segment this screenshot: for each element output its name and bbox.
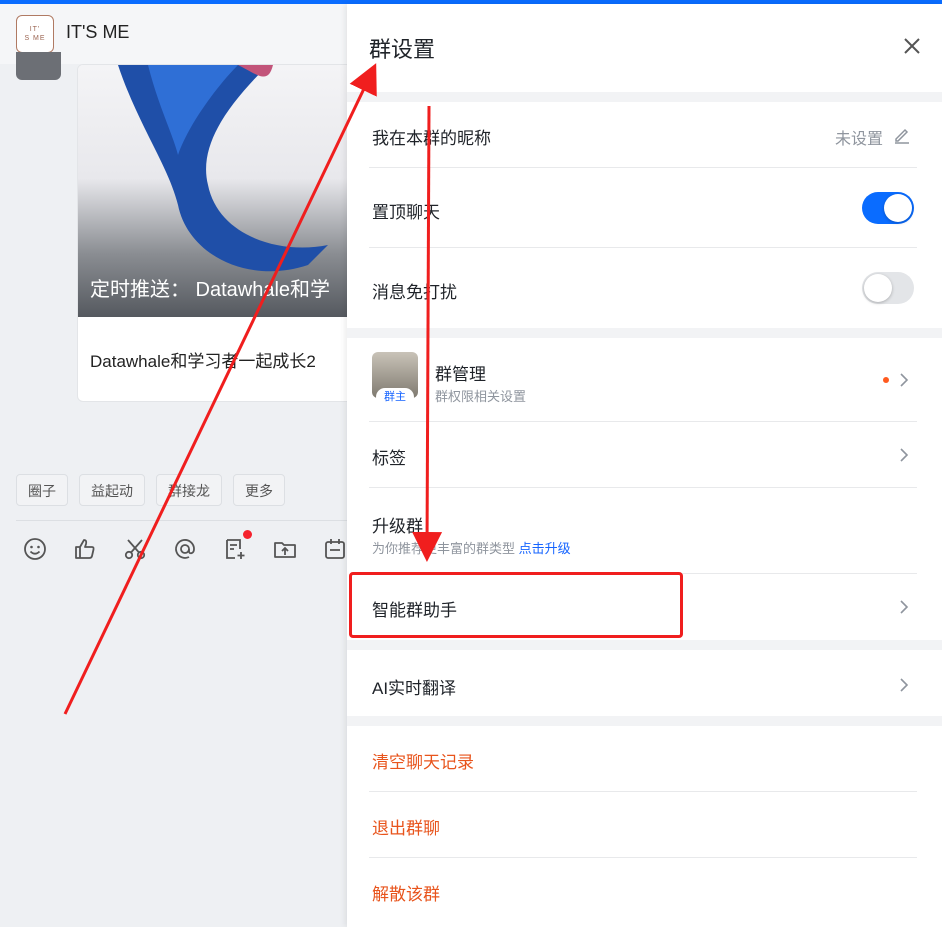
- edit-icon[interactable]: [893, 126, 911, 144]
- notification-dot: [243, 530, 252, 539]
- chat-area: IT' S ME IT'S ME 定时推送： Datawhale和学 Dataw…: [0, 4, 369, 927]
- mute-label: 消息免打扰: [372, 283, 457, 302]
- upgrade-link[interactable]: 点击升级: [519, 541, 571, 556]
- mute-row: 消息免打扰: [369, 248, 917, 328]
- pin-chat-label: 置顶聊天: [372, 203, 440, 222]
- ai-translate-label: AI实时翻译: [372, 679, 457, 698]
- section-gap: [347, 640, 942, 650]
- add-note-icon[interactable]: [222, 530, 252, 562]
- chat-title: IT'S ME: [66, 22, 130, 42]
- toggle-knob: [884, 194, 912, 222]
- chip-circle[interactable]: 圈子: [16, 474, 68, 506]
- thumbs-up-icon[interactable]: [72, 536, 98, 562]
- exit-group-label: 退出群聊: [372, 819, 440, 838]
- nickname-label: 我在本群的昵称: [372, 129, 491, 148]
- scissors-icon[interactable]: [122, 536, 148, 562]
- dissolve-group-label: 解散该群: [372, 885, 440, 904]
- close-icon[interactable]: [901, 35, 923, 57]
- card-caption: Datawhale和学习者一起成长2: [90, 352, 316, 371]
- sender-avatar[interactable]: [16, 52, 61, 80]
- nickname-row[interactable]: 我在本群的昵称 未设置: [369, 102, 917, 168]
- clear-history-label: 清空聊天记录: [372, 753, 474, 772]
- card-overlay-text: 定时推送： Datawhale和学: [90, 279, 331, 301]
- highlight-box: [349, 572, 683, 638]
- chevron-right-icon: [900, 373, 909, 387]
- input-toolbar: [22, 530, 348, 562]
- pin-chat-row: 置顶聊天: [369, 168, 917, 248]
- group-manage-sub: 群权限相关设置: [435, 389, 527, 404]
- upload-icon[interactable]: [272, 536, 298, 562]
- clear-history-row[interactable]: 清空聊天记录: [369, 726, 917, 792]
- owner-badge: 群主: [376, 388, 414, 406]
- chevron-right-icon: [900, 600, 909, 614]
- group-manage-label: 群管理: [435, 365, 486, 384]
- at-icon[interactable]: [172, 536, 198, 562]
- exit-group-row[interactable]: 退出群聊: [369, 792, 917, 858]
- mute-toggle[interactable]: [862, 272, 914, 304]
- nickname-value: 未设置: [834, 131, 883, 148]
- tags-label: 标签: [372, 449, 406, 468]
- chip-relay[interactable]: 群接龙: [156, 474, 222, 506]
- upgrade-sub: 为你推荐更丰富的群类型 点击升级: [372, 538, 571, 557]
- pin-chat-toggle[interactable]: [862, 192, 914, 224]
- calendar-icon[interactable]: [322, 536, 348, 562]
- group-logo[interactable]: IT' S ME: [16, 15, 54, 53]
- group-settings-panel: 群设置 我在本群的昵称 未设置 置顶聊天 消息免打扰 群主 群管理 群权限相关设…: [347, 4, 942, 927]
- section-gap: [347, 328, 942, 338]
- new-dot: [883, 377, 889, 383]
- section-gap: [347, 92, 942, 102]
- toggle-knob: [864, 274, 892, 302]
- manager-avatar: 群主: [372, 352, 418, 406]
- chip-more[interactable]: 更多: [233, 474, 285, 506]
- chip-charity[interactable]: 益起动: [79, 474, 145, 506]
- card-image: 定时推送： Datawhale和学: [78, 65, 368, 317]
- emoji-icon[interactable]: [22, 536, 48, 562]
- logo-line1: IT': [29, 26, 41, 33]
- upgrade-label: 升级群: [372, 517, 423, 536]
- dissolve-group-row[interactable]: 解散该群: [369, 858, 917, 924]
- input-divider: [16, 520, 347, 521]
- group-manage-row[interactable]: 群主 群管理 群权限相关设置: [369, 338, 917, 422]
- tags-row[interactable]: 标签: [369, 422, 917, 488]
- chevron-right-icon: [900, 448, 909, 462]
- message-card[interactable]: 定时推送： Datawhale和学 Datawhale和学习者一起成长2: [77, 64, 369, 402]
- quick-actions: 圈子 益起动 群接龙 更多: [16, 474, 285, 506]
- ai-translate-row[interactable]: AI实时翻译: [369, 650, 917, 716]
- chevron-right-icon: [900, 678, 909, 692]
- upgrade-sub-text: 为你推荐更丰富的群类型: [372, 541, 516, 556]
- panel-title: 群设置: [369, 37, 436, 62]
- upgrade-row[interactable]: 升级群 为你推荐更丰富的群类型 点击升级: [369, 488, 917, 574]
- logo-line2: S ME: [24, 35, 46, 42]
- section-gap: [347, 716, 942, 726]
